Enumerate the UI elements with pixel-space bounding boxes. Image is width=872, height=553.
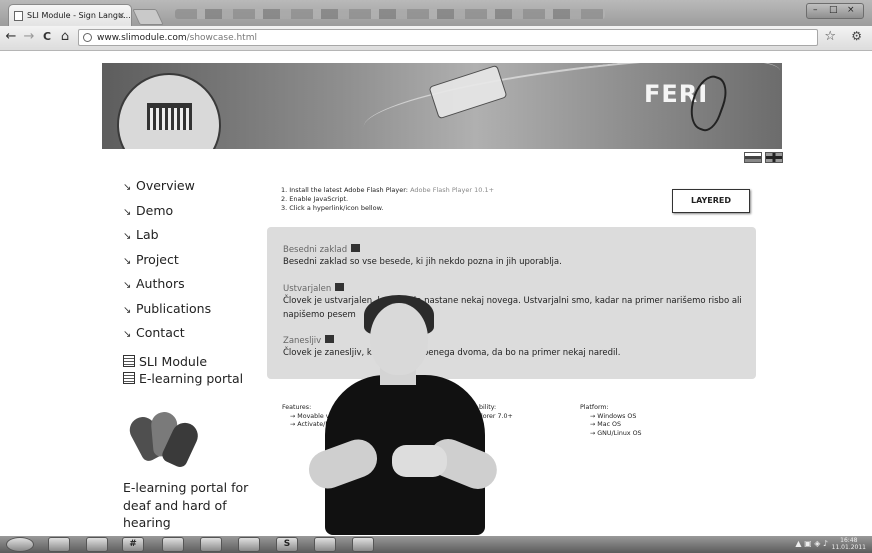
sidebar-item-project[interactable]: ↘ Project xyxy=(123,252,273,277)
link-label: E-learning portal xyxy=(139,370,244,386)
page-favicon-icon xyxy=(14,11,23,21)
url-host: www.slimodule.com xyxy=(97,33,187,43)
instruction-step-3: 3. Click a hyperlink/icon bellow. xyxy=(281,204,384,212)
address-bar[interactable]: www.slimodule.com/showcase.html xyxy=(78,29,818,46)
term-title: Besedni zaklad xyxy=(283,245,348,255)
arrow-icon: ↘ xyxy=(123,206,132,218)
external-links: SLI Module E-learning portal xyxy=(123,354,243,387)
layered-button[interactable]: LAYERED xyxy=(672,189,750,213)
arrow-icon: ↘ xyxy=(123,304,132,316)
hands-logo[interactable] xyxy=(125,408,203,470)
building-illustration xyxy=(147,103,192,130)
sidebar-item-overview[interactable]: ↘ Overview xyxy=(123,178,273,203)
back-arrow-icon[interactable]: ← xyxy=(2,28,20,46)
arrow-icon: ↘ xyxy=(123,280,132,291)
minimize-icon[interactable]: – xyxy=(813,5,818,15)
document-icon xyxy=(123,355,135,367)
taskbar-app-icon[interactable] xyxy=(162,537,184,552)
taskbar-app-icon[interactable] xyxy=(314,537,336,552)
english-flag-icon[interactable] xyxy=(765,152,783,163)
taskbar-app-icon[interactable] xyxy=(200,537,222,552)
arrow-icon: ↘ xyxy=(123,231,132,242)
arrow-icon: ↘ xyxy=(123,182,132,193)
interpreter-hands xyxy=(392,445,447,477)
sli-module-link[interactable]: SLI Module xyxy=(123,354,243,371)
taskbar-app-icon[interactable]: S xyxy=(276,537,298,552)
settings-wrench-icon[interactable]: ⚙ xyxy=(851,29,862,43)
globe-icon xyxy=(83,33,92,42)
taskbar-app-icon[interactable] xyxy=(352,537,374,552)
interpreter-face xyxy=(370,303,428,375)
taskbar-clock[interactable]: 16:48 11.01.2011 xyxy=(832,537,866,551)
sidebar-item-demo[interactable]: ↘ Demo xyxy=(123,203,273,228)
platform-item: → GNU/Linux OS xyxy=(590,430,642,438)
term-title-link[interactable]: Besedni zaklad xyxy=(283,244,745,256)
sidebar-item-label: Lab xyxy=(136,227,159,242)
document-icon xyxy=(123,371,135,384)
taskbar-app-icon[interactable] xyxy=(48,537,70,552)
sidebar-item-contact[interactable]: ↘ Contact xyxy=(123,325,273,350)
instruction-step-2: 2. Enable JavaScript. xyxy=(281,195,349,203)
sidebar-item-authors[interactable]: ↘ Authors xyxy=(123,276,273,301)
tab-title: SLI Module - Sign Langu... xyxy=(27,11,131,20)
clock-date: 11.01.2011 xyxy=(831,544,866,551)
platform-heading: Platform: xyxy=(580,404,609,411)
forward-arrow-icon[interactable]: → xyxy=(20,28,38,46)
sign-language-interpreter-video[interactable] xyxy=(300,295,510,535)
sidebar-item-label: Publications xyxy=(136,300,212,316)
glossary-term: Besedni zaklad Besedni zaklad so vse bes… xyxy=(283,244,745,270)
browser-tab[interactable]: SLI Module - Sign Langu... × xyxy=(8,4,132,26)
instructions: 1. Install the latest Adobe Flash Player… xyxy=(281,186,494,213)
arrow-icon: ↘ xyxy=(123,329,132,340)
term-definition: Besedni zaklad so vse besede, ki jih nek… xyxy=(283,257,562,267)
browser-toolbar: ← → C ⌂ www.slimodule.com/showcase.html … xyxy=(0,26,872,51)
reload-icon[interactable]: C xyxy=(38,28,56,46)
close-window-icon[interactable]: × xyxy=(847,5,855,15)
windows-taskbar: # S ▲ ▣ ◈ ♪ 16:48 11.01.2011 xyxy=(0,536,872,553)
site-banner: FERI xyxy=(102,63,782,149)
flash-player-link[interactable]: Adobe Flash Player 10.1+ xyxy=(410,186,494,194)
sidebar-item-label: Overview xyxy=(136,178,195,193)
sign-video-icon[interactable] xyxy=(351,244,361,252)
sidebar-item-label: Contact xyxy=(136,325,185,340)
bookmark-star-icon[interactable]: ☆ xyxy=(824,29,836,44)
maximize-icon[interactable]: □ xyxy=(829,5,838,15)
platform-item: → Windows OS xyxy=(590,412,637,420)
sign-video-icon[interactable] xyxy=(335,283,345,291)
platform-item: → Mac OS xyxy=(590,421,621,429)
tab-close-icon[interactable]: × xyxy=(117,5,125,26)
taskbar-app-icon[interactable] xyxy=(86,537,108,552)
sidebar-item-lab[interactable]: ↘ Lab xyxy=(123,227,273,252)
e-learning-portal-link[interactable]: E-learning portal xyxy=(123,371,243,388)
taskbar-app-icon[interactable]: # xyxy=(122,537,144,552)
start-button[interactable] xyxy=(6,537,34,552)
system-tray-icons[interactable]: ▲ ▣ ◈ ♪ xyxy=(795,539,828,548)
taskbar-app-icon[interactable] xyxy=(238,537,260,552)
sidebar-item-publications[interactable]: ↘ Publications xyxy=(123,301,273,326)
portal-tagline: E-learning portal for deaf and hard of h… xyxy=(123,480,249,530)
arrow-icon: ↘ xyxy=(123,255,132,267)
sidebar-item-label: Authors xyxy=(136,276,185,291)
home-icon[interactable]: ⌂ xyxy=(56,28,74,46)
browser-tab-strip: SLI Module - Sign Langu... × – □ × xyxy=(0,0,872,26)
term-title: Ustvarjalen xyxy=(283,284,332,294)
sidebar-item-label: Project xyxy=(136,251,179,267)
term-title-link[interactable]: Ustvarjalen xyxy=(283,283,745,295)
sidebar-nav: ↘ Overview ↘ Demo ↘ Lab ↘ Project ↘ Authors ↘… xyxy=(123,178,273,350)
instruction-step-1: 1. Install the latest Adobe Flash Player… xyxy=(281,186,409,194)
url-path: /showcase.html xyxy=(186,33,257,43)
new-tab-button[interactable] xyxy=(132,9,164,25)
sidebar-item-label: Demo xyxy=(136,202,174,218)
link-label: SLI Module xyxy=(139,354,208,369)
slovenian-flag-icon[interactable] xyxy=(744,152,762,163)
blurred-tab-area xyxy=(175,9,605,19)
window-controls[interactable]: – □ × xyxy=(806,3,864,19)
clock-time: 16:48 xyxy=(840,537,858,544)
platform-list: Platform: → Windows OS → Mac OS → GNU/Li… xyxy=(580,404,642,439)
